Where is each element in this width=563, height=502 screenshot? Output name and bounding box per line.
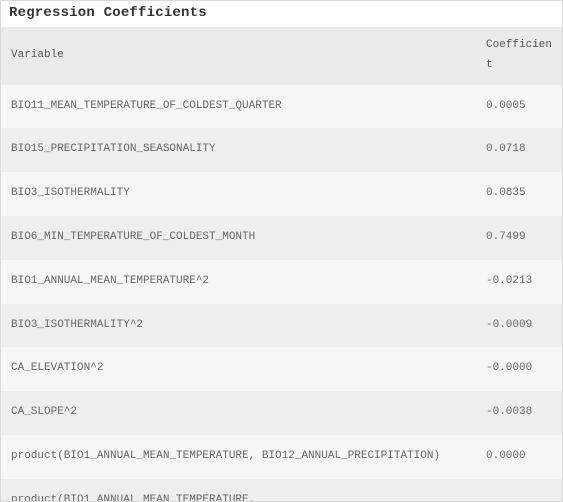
cell-coefficient: 0.0005 xyxy=(476,85,562,129)
cell-variable: BIO15_PRECIPITATION_SEASONALITY xyxy=(1,128,476,172)
cell-variable: product(BIO1_ANNUAL_MEAN_TEMPERATURE, BI… xyxy=(1,479,476,502)
cell-coefficient: 0.7499 xyxy=(476,216,562,260)
table-row: BIO15_PRECIPITATION_SEASONALITY0.0718 xyxy=(1,128,562,172)
cell-variable: product(BIO1_ANNUAL_MEAN_TEMPERATURE, BI… xyxy=(1,435,476,479)
panel-title: Regression Coefficients xyxy=(1,1,562,27)
table-row: BIO3_ISOTHERMALITY^2-0.0009 xyxy=(1,304,562,348)
cell-coefficient: 0.0000 xyxy=(476,435,562,479)
table-row: product(BIO1_ANNUAL_MEAN_TEMPERATURE, BI… xyxy=(1,479,562,502)
table-row: BIO11_MEAN_TEMPERATURE_OF_COLDEST_QUARTE… xyxy=(1,85,562,129)
table-row: BIO6_MIN_TEMPERATURE_OF_COLDEST_MONTH0.7… xyxy=(1,216,562,260)
cell-variable: CA_ELEVATION^2 xyxy=(1,347,476,391)
table-row: CA_ELEVATION^2-0.0000 xyxy=(1,347,562,391)
cell-variable: BIO3_ISOTHERMALITY xyxy=(1,172,476,216)
cell-variable: BIO3_ISOTHERMALITY^2 xyxy=(1,304,476,348)
cell-coefficient: -0.0038 xyxy=(476,391,562,435)
cell-variable: BIO1_ANNUAL_MEAN_TEMPERATURE^2 xyxy=(1,260,476,304)
cell-variable: BIO11_MEAN_TEMPERATURE_OF_COLDEST_QUARTE… xyxy=(1,85,476,129)
header-variable: Variable xyxy=(1,27,476,85)
cell-coefficient: -0.0009 xyxy=(476,304,562,348)
table-header-row: Variable Coefficient xyxy=(1,27,562,85)
table-row: CA_SLOPE^2-0.0038 xyxy=(1,391,562,435)
table-row: product(BIO1_ANNUAL_MEAN_TEMPERATURE, BI… xyxy=(1,435,562,479)
table-row: BIO1_ANNUAL_MEAN_TEMPERATURE^2-0.0213 xyxy=(1,260,562,304)
regression-panel: Regression Coefficients Variable Coeffic… xyxy=(0,0,563,502)
cell-coefficient: -0.0000 xyxy=(476,347,562,391)
coefficients-table: Variable Coefficient BIO11_MEAN_TEMPERAT… xyxy=(1,27,562,502)
cell-coefficient: 0.0835 xyxy=(476,172,562,216)
cell-coefficient: 0.0056 xyxy=(476,479,562,502)
table-row: BIO3_ISOTHERMALITY0.0835 xyxy=(1,172,562,216)
cell-coefficient: -0.0213 xyxy=(476,260,562,304)
header-coefficient: Coefficient xyxy=(476,27,562,85)
cell-variable: CA_SLOPE^2 xyxy=(1,391,476,435)
cell-coefficient: 0.0718 xyxy=(476,128,562,172)
cell-variable: BIO6_MIN_TEMPERATURE_OF_COLDEST_MONTH xyxy=(1,216,476,260)
